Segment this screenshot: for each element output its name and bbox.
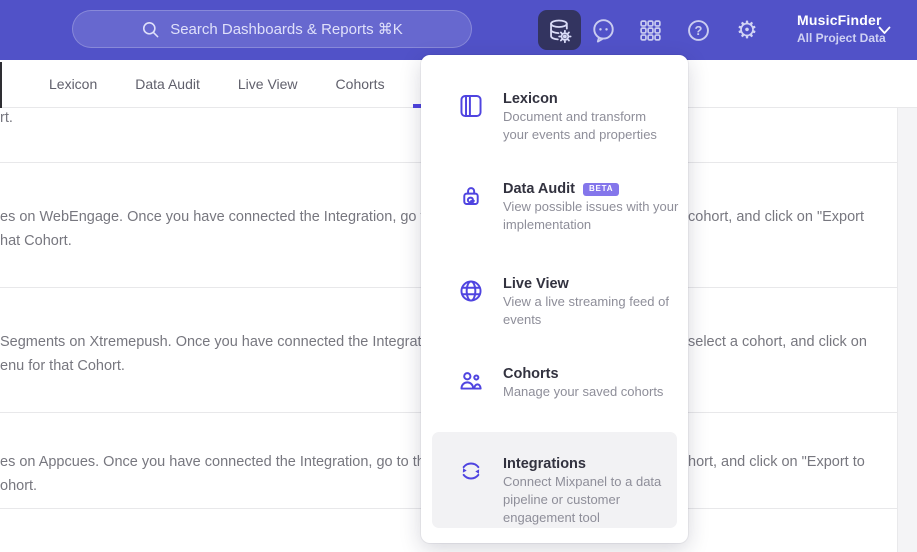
integration-row-text: hort, and click on "Export to xyxy=(688,454,865,470)
search-input[interactable]: Search Dashboards & Reports ⌘K xyxy=(72,10,472,48)
integration-row-text: Segments on Xtremepush. Once you have co… xyxy=(0,334,445,350)
tab-live-view[interactable]: Live View xyxy=(238,76,298,92)
project-name: MusicFinder xyxy=(797,12,882,28)
data-management-icon xyxy=(550,19,572,43)
settings-button[interactable]: ⚙ xyxy=(733,0,761,60)
integration-row-text: ohort. xyxy=(0,478,38,494)
integration-row-text: enu for that Cohort. xyxy=(0,358,125,374)
menu-item-description: events xyxy=(503,312,542,327)
sync-arrows-icon xyxy=(458,458,484,526)
svg-text:?: ? xyxy=(694,23,702,38)
menu-item-integrations[interactable]: Integrations Connect Mixpanel to a data … xyxy=(458,456,680,526)
integration-row-text: rt. xyxy=(0,110,13,126)
menu-item-description: View a live streaming feed of xyxy=(503,294,669,309)
menu-item-title: Data Audit xyxy=(503,181,575,197)
menu-item-description: Document and transform xyxy=(503,109,647,124)
help-icon: ? xyxy=(687,19,709,41)
search-placeholder: Search Dashboards & Reports ⌘K xyxy=(170,21,403,38)
menu-item-data-audit[interactable]: Data Audit BETA View possible issues wit… xyxy=(458,181,680,233)
integration-row-text: hat Cohort. xyxy=(0,233,72,249)
apps-grid-icon xyxy=(639,19,661,41)
tab-lexicon[interactable]: Lexicon xyxy=(49,76,97,92)
project-scope: All Project Data xyxy=(797,31,886,45)
search-icon xyxy=(143,21,159,37)
chevron-down-icon[interactable] xyxy=(878,26,891,35)
page-right-gutter xyxy=(897,108,917,552)
menu-item-description: Connect Mixpanel to a data xyxy=(503,474,662,489)
integration-row-text: select a cohort, and click on xyxy=(688,334,867,350)
top-navbar: Search Dashboards & Reports ⌘K ? ⚙ Music… xyxy=(0,0,917,60)
integration-row-text: es on WebEngage. Once you have connected… xyxy=(0,209,457,225)
menu-item-description: engagement tool xyxy=(503,510,600,525)
data-management-menu: Lexicon Document and transform your even… xyxy=(421,55,688,543)
feedback-icon xyxy=(592,18,614,42)
tab-cohorts[interactable]: Cohorts xyxy=(336,76,385,92)
help-button[interactable]: ? xyxy=(684,0,712,60)
menu-item-description: Manage your saved cohorts xyxy=(503,384,664,399)
book-icon xyxy=(458,93,484,143)
settings-gear-icon: ⚙ xyxy=(736,16,758,44)
menu-item-lexicon[interactable]: Lexicon Document and transform your even… xyxy=(458,91,680,143)
mixpanel-app: rt. es on WebEngage. Once you have conne… xyxy=(0,0,917,552)
menu-item-title: Cohorts xyxy=(503,366,559,382)
users-icon xyxy=(458,368,484,400)
menu-item-live-view[interactable]: Live View View a live streaming feed of … xyxy=(458,276,680,328)
clipped-content-edge xyxy=(0,62,2,108)
tab-data-audit[interactable]: Data Audit xyxy=(135,76,200,92)
integration-row-text: es on Appcues. Once you have connected t… xyxy=(0,454,449,470)
menu-item-description: your events and properties xyxy=(503,127,657,142)
integration-row-text: cohort, and click on "Export xyxy=(688,209,865,225)
data-management-button[interactable] xyxy=(538,10,581,50)
menu-item-description: pipeline or customer xyxy=(503,492,621,507)
menu-item-title: Live View xyxy=(503,276,569,292)
beta-badge: BETA xyxy=(582,182,620,196)
lock-audit-icon xyxy=(458,183,484,233)
project-selector[interactable]: MusicFinder All Project Data xyxy=(797,12,886,45)
globe-icon xyxy=(458,278,484,328)
menu-item-description: View possible issues with your xyxy=(503,199,679,214)
menu-item-title: Integrations xyxy=(503,456,586,472)
menu-item-title: Lexicon xyxy=(503,91,558,107)
feedback-button[interactable] xyxy=(589,0,617,60)
menu-item-cohorts[interactable]: Cohorts Manage your saved cohorts xyxy=(458,366,680,400)
menu-item-description: implementation xyxy=(503,217,592,232)
apps-grid-button[interactable] xyxy=(636,0,664,60)
